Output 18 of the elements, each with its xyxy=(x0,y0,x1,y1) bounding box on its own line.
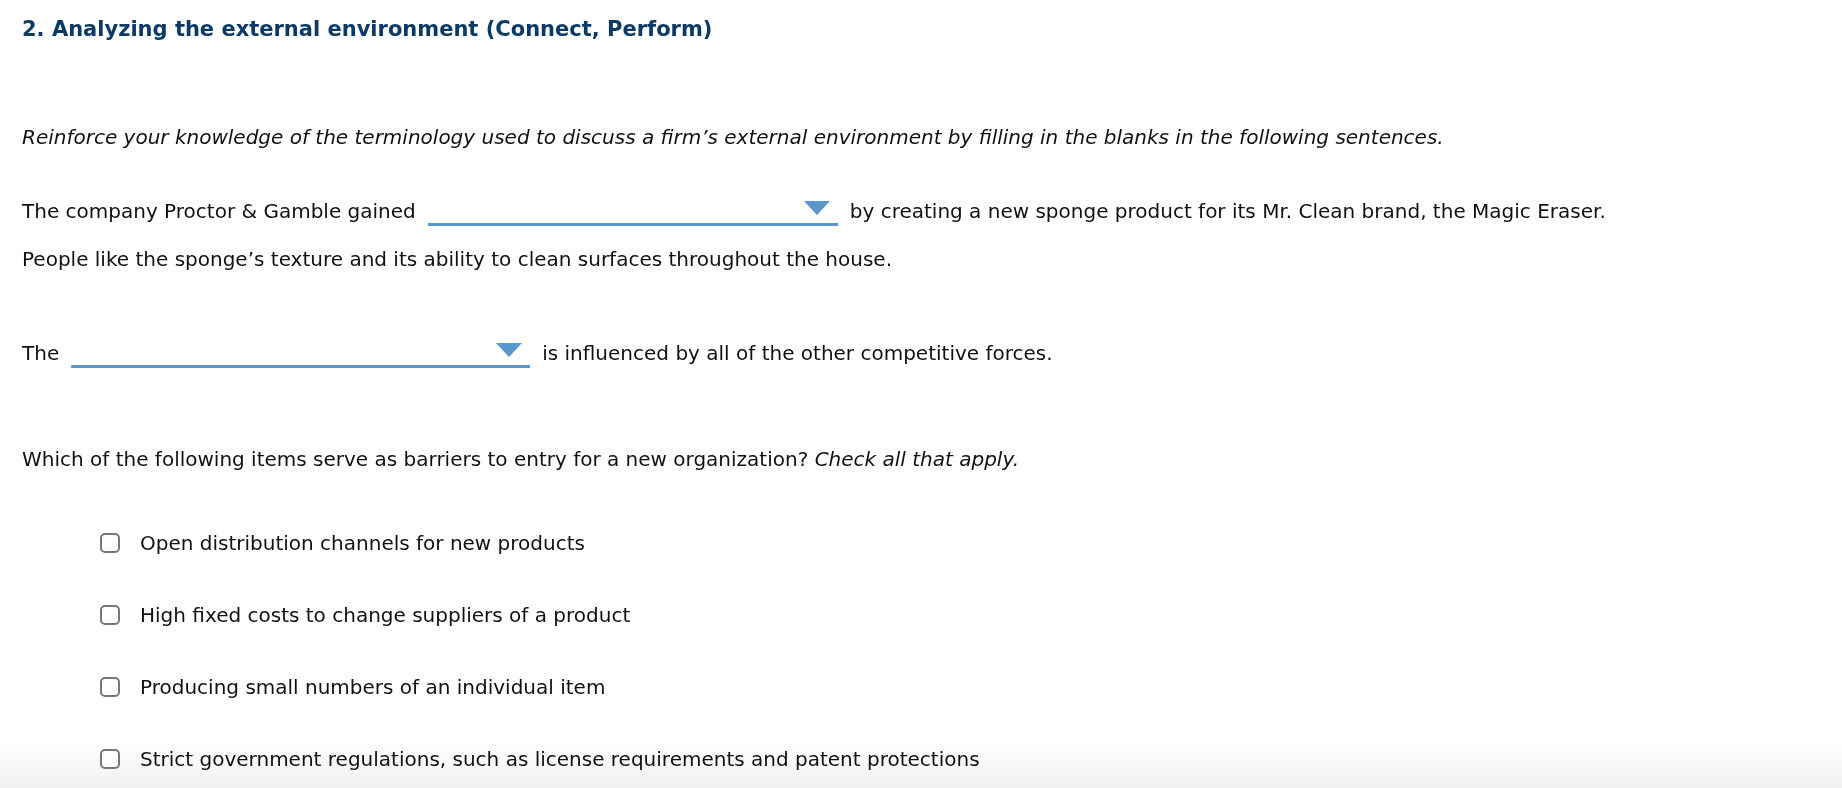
sentence-text: The company Proctor & Gamble gained xyxy=(22,198,416,225)
caret-icon xyxy=(803,200,830,215)
question-text: Which of the following items serve as barriers to entry for a new organization? Check all that apply. xyxy=(22,446,1021,473)
option-label: High fixed costs to change suppliers of a product xyxy=(140,602,631,629)
checkbox[interactable] xyxy=(100,533,120,553)
question-title: 2. Analyzing the external environment (Connect, Perform) xyxy=(22,16,714,43)
caret-icon xyxy=(496,342,523,357)
sentence-text: by creating a new sponge product for its Mr. Clean brand, the Magic Eraser. xyxy=(849,198,1606,225)
checkbox[interactable] xyxy=(100,677,120,697)
sentence-text: The xyxy=(22,340,60,367)
option-label: Open distribution channels for new products xyxy=(140,530,585,557)
option-label: Strict government regulations, such as license requirements and patent protections xyxy=(140,746,980,773)
sentence-text: People like the sponge’s texture and its ability to clean surfaces throughout the house. xyxy=(22,246,894,273)
checkbox[interactable] xyxy=(100,749,120,769)
instructions-text: Reinforce your knowledge of the terminology used to discuss a firm’s external environment by filling in the blanks in the following sentences. xyxy=(22,124,1445,151)
option-label: Producing small numbers of an individual item xyxy=(140,674,606,701)
checkbox[interactable] xyxy=(100,605,120,625)
sentence-text: is influenced by all of the other competitive forces. xyxy=(542,340,1053,367)
